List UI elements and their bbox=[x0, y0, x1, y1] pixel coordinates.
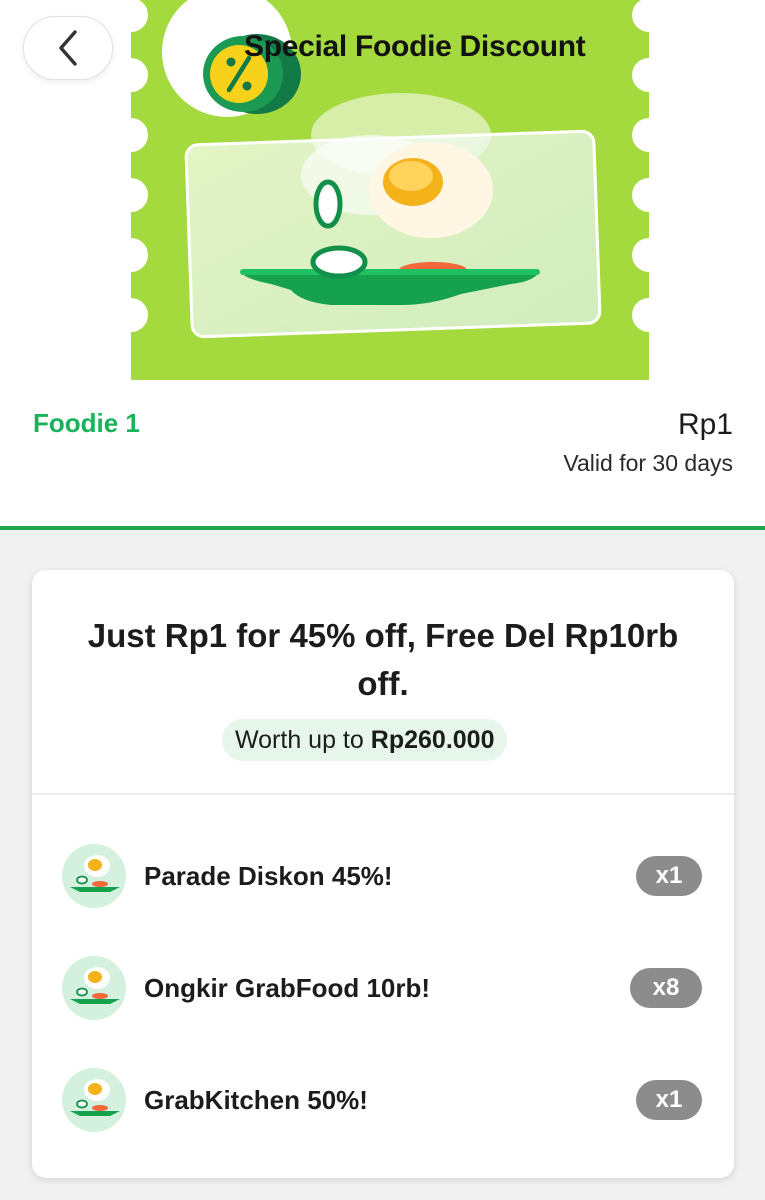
package-details-card: Just Rp1 for 45% off, Free Del Rp10rb of… bbox=[32, 570, 734, 1178]
offer-headline: Just Rp1 for 45% off, Free Del Rp10rb of… bbox=[87, 617, 679, 702]
package-validity: Valid for 30 days bbox=[563, 450, 733, 476]
chevron-left-icon bbox=[59, 30, 77, 66]
food-plate-icon bbox=[62, 1068, 126, 1132]
voucher-name: Ongkir GrabFood 10rb! bbox=[144, 973, 431, 1003]
back-button[interactable] bbox=[23, 16, 113, 80]
worth-prefix: Worth up to bbox=[235, 725, 364, 754]
banner-title: Special Foodie Discount bbox=[244, 30, 586, 63]
package-name: Foodie 1 bbox=[33, 408, 140, 438]
hero-banner: Special Foodie Discount bbox=[0, 0, 765, 380]
food-plate-icon bbox=[62, 956, 126, 1020]
voucher-quantity-badge: x1 bbox=[636, 856, 702, 896]
voucher-row: Ongkir GrabFood 10rb! x8 bbox=[32, 948, 734, 1028]
worth-badge: Worth up to Rp260.000 bbox=[222, 719, 508, 761]
voucher-quantity-badge: x1 bbox=[636, 1080, 702, 1120]
card-separator bbox=[32, 793, 734, 795]
voucher-row: GrabKitchen 50%! x1 bbox=[32, 1060, 734, 1140]
voucher-quantity-badge: x8 bbox=[630, 968, 702, 1008]
voucher-name: Parade Diskon 45%! bbox=[144, 861, 393, 891]
food-plate-icon bbox=[62, 844, 126, 908]
package-price: Rp1 bbox=[677, 408, 733, 441]
voucher-name: GrabKitchen 50%! bbox=[144, 1085, 368, 1115]
voucher-row: Parade Diskon 45%! x1 bbox=[32, 836, 734, 916]
worth-value: Rp260.000 bbox=[370, 725, 495, 754]
